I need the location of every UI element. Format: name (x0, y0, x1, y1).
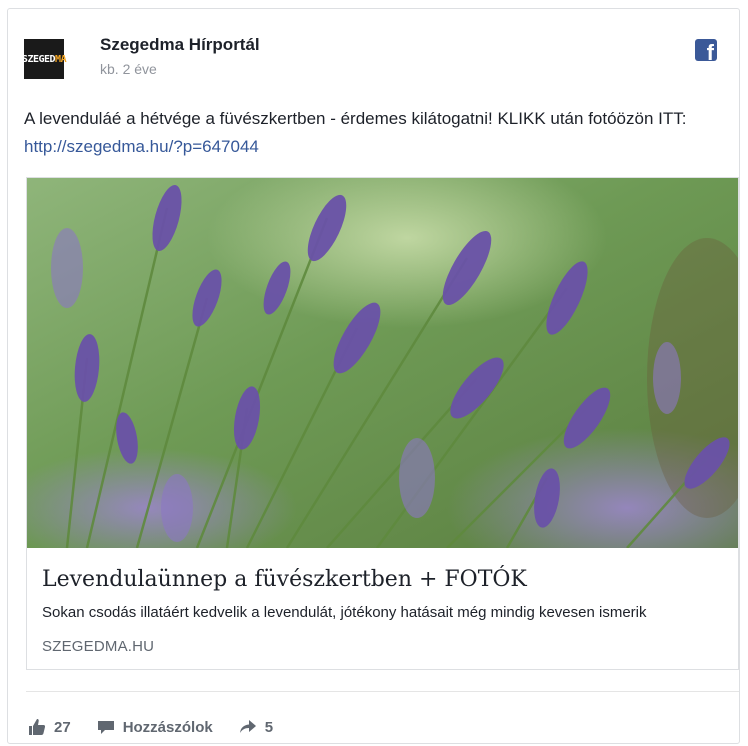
facebook-post-card: SZEGEDMA Szegedma Hírportál kb. 2 éve f … (7, 8, 740, 744)
share-arrow-icon (239, 720, 256, 733)
post-actions: 27 Hozzászólok 5 (28, 715, 299, 739)
page-avatar[interactable]: SZEGEDMA (21, 39, 67, 79)
thumbs-up-icon (29, 719, 46, 735)
lavender-photo[interactable] (27, 178, 738, 548)
comment-button[interactable]: Hozzászólok (97, 718, 213, 736)
link-preview-domain: SZEGEDMA.HU (42, 638, 155, 655)
link-preview-description: Sokan csodás illatáért kedvelik a levend… (42, 604, 647, 621)
share-count: 5 (264, 718, 274, 736)
post-timestamp[interactable]: kb. 2 éve (100, 61, 157, 77)
share-button[interactable]: 5 (239, 718, 273, 736)
avatar-logo-text: SZEGEDMA (21, 53, 67, 65)
comment-label: Hozzászólok (122, 718, 213, 736)
link-preview-title[interactable]: Levendulaünnep a füvészkertben + FOTÓK (42, 567, 527, 592)
link-preview[interactable]: Levendulaünnep a füvészkertben + FOTÓK S… (26, 177, 739, 670)
facebook-icon[interactable]: f (695, 39, 717, 61)
post-link[interactable]: http://szegedma.hu/?p=647044 (24, 137, 259, 156)
actions-divider (26, 691, 739, 692)
comment-icon (97, 721, 114, 734)
like-count: 27 (54, 718, 71, 736)
post-text: A levenduláé a hétvége a füvészkertben -… (24, 109, 687, 156)
like-button[interactable]: 27 (28, 718, 71, 736)
page-name-link[interactable]: Szegedma Hírportál (100, 35, 260, 55)
post-header: SZEGEDMA Szegedma Hírportál kb. 2 éve f (21, 31, 723, 79)
